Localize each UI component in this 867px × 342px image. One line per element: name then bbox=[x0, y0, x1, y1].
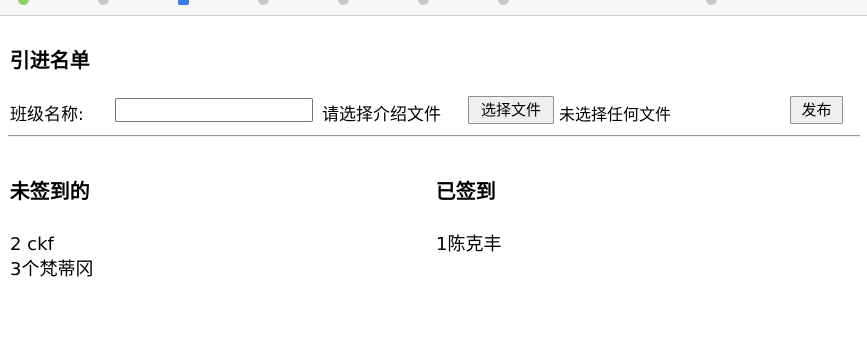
divider bbox=[8, 135, 860, 137]
globe-icon[interactable] bbox=[418, 0, 429, 5]
no-file-selected-text: 未选择任何文件 bbox=[559, 105, 672, 124]
browser-bookmarks-bar bbox=[0, 0, 867, 16]
class-name-label: 班级名称: bbox=[10, 105, 84, 125]
globe-icon[interactable] bbox=[258, 0, 269, 5]
globe-icon[interactable] bbox=[98, 0, 109, 5]
list-item: 3个梵蒂冈 bbox=[10, 259, 94, 280]
globe-icon[interactable] bbox=[338, 0, 349, 5]
globe-icon[interactable] bbox=[706, 0, 717, 5]
publish-button[interactable]: 发布 bbox=[790, 96, 843, 124]
bookmark-icon[interactable] bbox=[178, 0, 189, 5]
bookmark-icon[interactable] bbox=[18, 0, 29, 5]
page-title: 引进名单 bbox=[10, 48, 90, 72]
choose-file-button[interactable]: 选择文件 bbox=[468, 96, 554, 124]
upload-form: 班级名称: 请选择介绍文件 选择文件 未选择任何文件 发布 bbox=[10, 96, 860, 126]
signed-section: 已签到 1陈克丰 bbox=[436, 175, 501, 257]
signed-title: 已签到 bbox=[436, 179, 496, 203]
intro-file-label: 请选择介绍文件 bbox=[322, 105, 441, 125]
not-signed-title: 未签到的 bbox=[10, 179, 90, 203]
not-signed-section: 未签到的 2 ckf 3个梵蒂冈 bbox=[10, 175, 93, 282]
list-item: 1陈克丰 bbox=[436, 234, 502, 255]
bookmark-icon[interactable] bbox=[498, 0, 509, 5]
list-item: 2 ckf bbox=[10, 234, 54, 255]
class-name-input[interactable] bbox=[115, 98, 313, 122]
